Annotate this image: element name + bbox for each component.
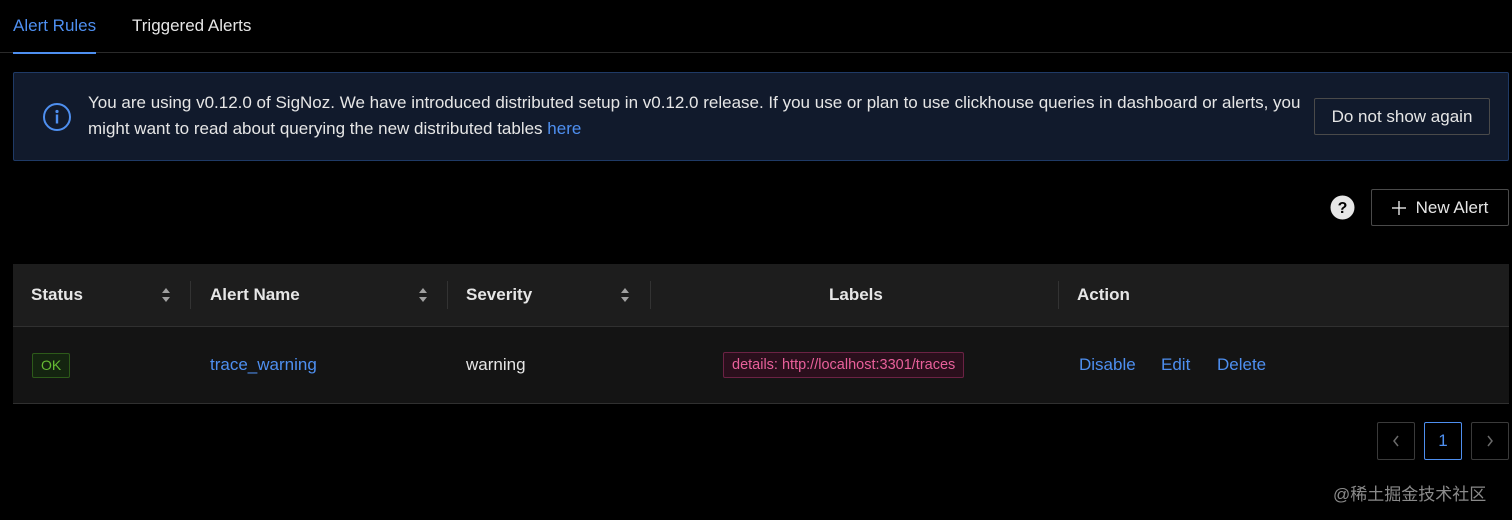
alert-name-link[interactable]: trace_warning [210, 327, 317, 403]
status-badge: OK [32, 353, 71, 378]
sort-icon[interactable] [161, 286, 171, 304]
watermark-text: @稀土掘金技术社区 [1333, 485, 1487, 504]
column-header-severity[interactable]: Severity [466, 264, 532, 327]
banner-text: You are using v0.12.0 of SigNoz. We have… [88, 93, 1301, 138]
column-divider [447, 281, 448, 309]
label-tag: details: http://localhost:3301/traces [723, 352, 965, 378]
column-header-action: Action [1077, 285, 1130, 304]
column-header-labels: Labels [829, 285, 883, 304]
sort-icon[interactable] [418, 286, 428, 304]
severity-value: warning [466, 355, 526, 374]
table-header: Status Alert Name Severity Labels Action [13, 264, 1509, 327]
info-banner: You are using v0.12.0 of SigNoz. We have… [13, 72, 1509, 161]
pagination-next-button[interactable] [1471, 422, 1509, 460]
column-divider [650, 281, 651, 309]
edit-action-link[interactable]: Edit [1161, 327, 1190, 403]
pagination-prev-button[interactable] [1377, 422, 1415, 460]
delete-action-link[interactable]: Delete [1217, 327, 1266, 403]
banner-link[interactable]: here [547, 119, 581, 138]
pagination-page-button[interactable]: 1 [1424, 422, 1462, 460]
column-divider [1058, 281, 1059, 309]
column-header-alert-name[interactable]: Alert Name [210, 264, 300, 327]
column-header-status[interactable]: Status [31, 264, 83, 327]
svg-text:?: ? [1338, 200, 1348, 217]
tab-bar: Alert Rules Triggered Alerts [0, 0, 1512, 54]
column-divider [190, 281, 191, 309]
alerts-page: Alert Rules Triggered Alerts You are usi… [0, 0, 1512, 520]
do-not-show-again-button[interactable]: Do not show again [1314, 98, 1490, 135]
tab-alert-rules[interactable]: Alert Rules [13, 0, 97, 54]
banner-message: You are using v0.12.0 of SigNoz. We have… [88, 90, 1310, 142]
info-circle-icon [43, 103, 71, 131]
table-row: OK trace_warning warning details: http:/… [13, 327, 1509, 404]
new-alert-button[interactable]: New Alert [1371, 189, 1509, 226]
new-alert-label: New Alert [1415, 197, 1489, 217]
disable-action-link[interactable]: Disable [1079, 327, 1136, 403]
chevron-left-icon [1393, 435, 1399, 447]
alert-rules-table: Status Alert Name Severity Labels Action [13, 264, 1509, 404]
chevron-right-icon [1487, 435, 1493, 447]
sort-icon[interactable] [620, 286, 630, 304]
tab-triggered-alerts[interactable]: Triggered Alerts [132, 0, 251, 53]
plus-icon [1391, 200, 1406, 215]
question-circle-icon[interactable]: ? [1330, 195, 1355, 220]
